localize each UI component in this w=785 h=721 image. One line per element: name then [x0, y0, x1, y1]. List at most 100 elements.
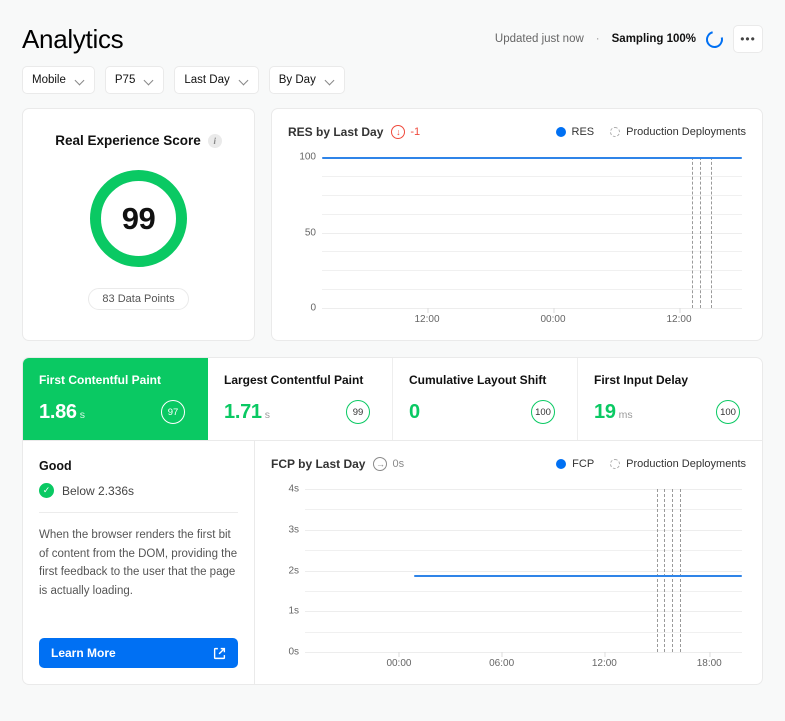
metric-name: First Contentful Paint [39, 373, 161, 387]
chevron-down-icon [326, 76, 335, 85]
y-axis-tick-label: 2s [288, 565, 299, 576]
x-axis-tick-label: 00:00 [386, 652, 412, 669]
arrow-right-icon: → [373, 457, 388, 471]
metric-unit: s [264, 408, 270, 421]
res-plot-area[interactable]: 0 50 100 12:00 00:00 12:00 [299, 152, 742, 325]
deployment-marker-line[interactable] [679, 489, 681, 652]
deployment-marker-line[interactable] [664, 489, 666, 652]
gridline [305, 590, 742, 592]
learn-more-button[interactable]: Learn More [39, 638, 238, 668]
header-separator: · [595, 33, 600, 45]
chevron-down-icon [145, 76, 154, 85]
fcp-plot: 0s 1s 2s 3s 4s 00:00 06:00 12:00 18:00 [271, 484, 746, 674]
y-axis-tick-label: 0 [310, 302, 316, 314]
metric-value-wrap: 1.71 s [224, 401, 270, 424]
legend-item-deployments[interactable]: Production Deployments [610, 458, 746, 470]
page-title: Analytics [22, 23, 124, 54]
check-icon: ✓ [39, 483, 54, 498]
deployment-marker-line[interactable] [700, 157, 701, 308]
metric-bottom: 19 ms 100 [594, 400, 746, 424]
timerange-filter-label: Last Day [184, 74, 230, 86]
metric-tab-largest-contentful-paint[interactable]: Largest Contentful Paint 1.71 s 99 [208, 358, 393, 440]
chevron-down-icon [76, 76, 85, 85]
res-card-title: Real Experience Score [55, 133, 201, 148]
legend-item-res[interactable]: RES [555, 126, 594, 138]
percentile-filter-select[interactable]: P75 [104, 66, 165, 94]
legend-label-deployments: Production Deployments [626, 458, 746, 470]
metric-value-wrap: 1.86 s [39, 401, 85, 424]
x-axis-tick-label: 12:00 [666, 308, 692, 325]
x-axis-tick-label: 12:00 [591, 652, 617, 669]
metric-value-wrap: 0 [409, 401, 423, 424]
gridline [305, 631, 742, 633]
score-value: 99 [121, 200, 156, 236]
fcp-plot-area[interactable]: 0s 1s 2s 3s 4s 00:00 06:00 12:00 18:00 [288, 484, 742, 669]
res-title-row: Real Experience Score i [55, 133, 222, 148]
y-axis-tick-label: 50 [304, 227, 316, 238]
deployment-marker-line[interactable] [672, 489, 674, 652]
gridline [305, 652, 742, 653]
y-axis-tick-label: 3s [288, 524, 299, 536]
res-delta-value: -1 [410, 126, 421, 138]
fcp-chart-header: FCP by Last Day → 0s FCP Production Depl… [271, 457, 746, 471]
deployment-marker-line[interactable] [691, 157, 693, 308]
metric-score-badge: 100 [716, 400, 740, 424]
legend-item-deployments[interactable]: Production Deployments [610, 126, 746, 138]
metric-name: Cumulative Layout Shift [409, 373, 547, 387]
fcp-chart-legend: FCP Production Deployments [556, 458, 746, 470]
deployment-marker-line[interactable] [656, 489, 658, 652]
metric-unit: ms [618, 408, 633, 421]
learn-more-label: Learn More [51, 646, 116, 660]
score-gauge: 99 [90, 170, 187, 267]
legend-label-fcp: FCP [572, 458, 595, 470]
interval-filter-select[interactable]: By Day [268, 66, 345, 94]
analytics-page: Analytics Updated just now · Sampling 10… [0, 0, 785, 721]
device-filter-select[interactable]: Mobile [22, 66, 95, 94]
metric-bottom: 1.86 s 97 [39, 400, 191, 424]
fcp-chart-card: FCP by Last Day → 0s FCP Production Depl… [255, 441, 763, 685]
fcp-delta-value: 0s [392, 458, 405, 470]
gridline [322, 175, 742, 177]
metric-name: Largest Contentful Paint [224, 373, 364, 387]
x-axis-tick-label: 00:00 [540, 308, 566, 325]
fcp-chart-title: FCP by Last Day [271, 457, 366, 471]
arrow-down-icon: ↓ [391, 125, 406, 139]
legend-dashed-circle-icon [610, 459, 621, 469]
res-chart-header: RES by Last Day ↓ -1 RES Production Depl… [288, 125, 746, 139]
gridline [305, 570, 742, 572]
metric-status-label: Good [39, 459, 72, 473]
gridline [322, 251, 742, 253]
legend-dot-icon [555, 127, 566, 137]
y-axis-tick-label: 1s [288, 605, 299, 617]
gridline [322, 194, 742, 196]
info-icon[interactable]: i [207, 133, 222, 148]
gridline [305, 611, 742, 613]
x-axis-tick-label: 12:00 [414, 308, 440, 325]
res-chart-title-wrap: RES by Last Day ↓ -1 [288, 125, 420, 139]
threshold-text: Below 2.336s [62, 483, 135, 498]
y-axis-tick-label: 0s [288, 646, 299, 658]
res-delta: ↓ -1 [391, 125, 420, 139]
gridline [305, 509, 742, 511]
gridline [322, 232, 742, 234]
filter-bar: Mobile P75 Last Day By Day [16, 56, 769, 94]
sampling-label: Sampling 100% [611, 33, 696, 45]
gridline [322, 270, 742, 272]
more-options-button[interactable]: ••• [733, 25, 763, 53]
external-link-icon [213, 647, 226, 660]
chevron-down-icon [240, 76, 249, 85]
timerange-filter-select[interactable]: Last Day [174, 66, 259, 94]
y-axis-tick-label: 100 [299, 151, 316, 163]
metric-tab-first-contentful-paint[interactable]: First Contentful Paint 1.86 s 97 [23, 358, 208, 440]
metric-score-badge: 97 [161, 400, 185, 424]
metric-value-wrap: 19 ms [594, 401, 633, 424]
deployment-marker-line[interactable] [710, 157, 712, 308]
legend-dashed-circle-icon [610, 127, 621, 137]
metric-tab-cumulative-layout-shift[interactable]: Cumulative Layout Shift 0 100 [393, 358, 578, 440]
legend-item-fcp[interactable]: FCP [556, 458, 594, 470]
gridline [305, 489, 742, 490]
metric-tab-first-input-delay[interactable]: First Input Delay 19 ms 100 [578, 358, 762, 440]
data-points-badge: 83 Data Points [88, 288, 189, 310]
metric-description: When the browser renders the first bit o… [39, 529, 238, 597]
gridline [305, 550, 742, 552]
